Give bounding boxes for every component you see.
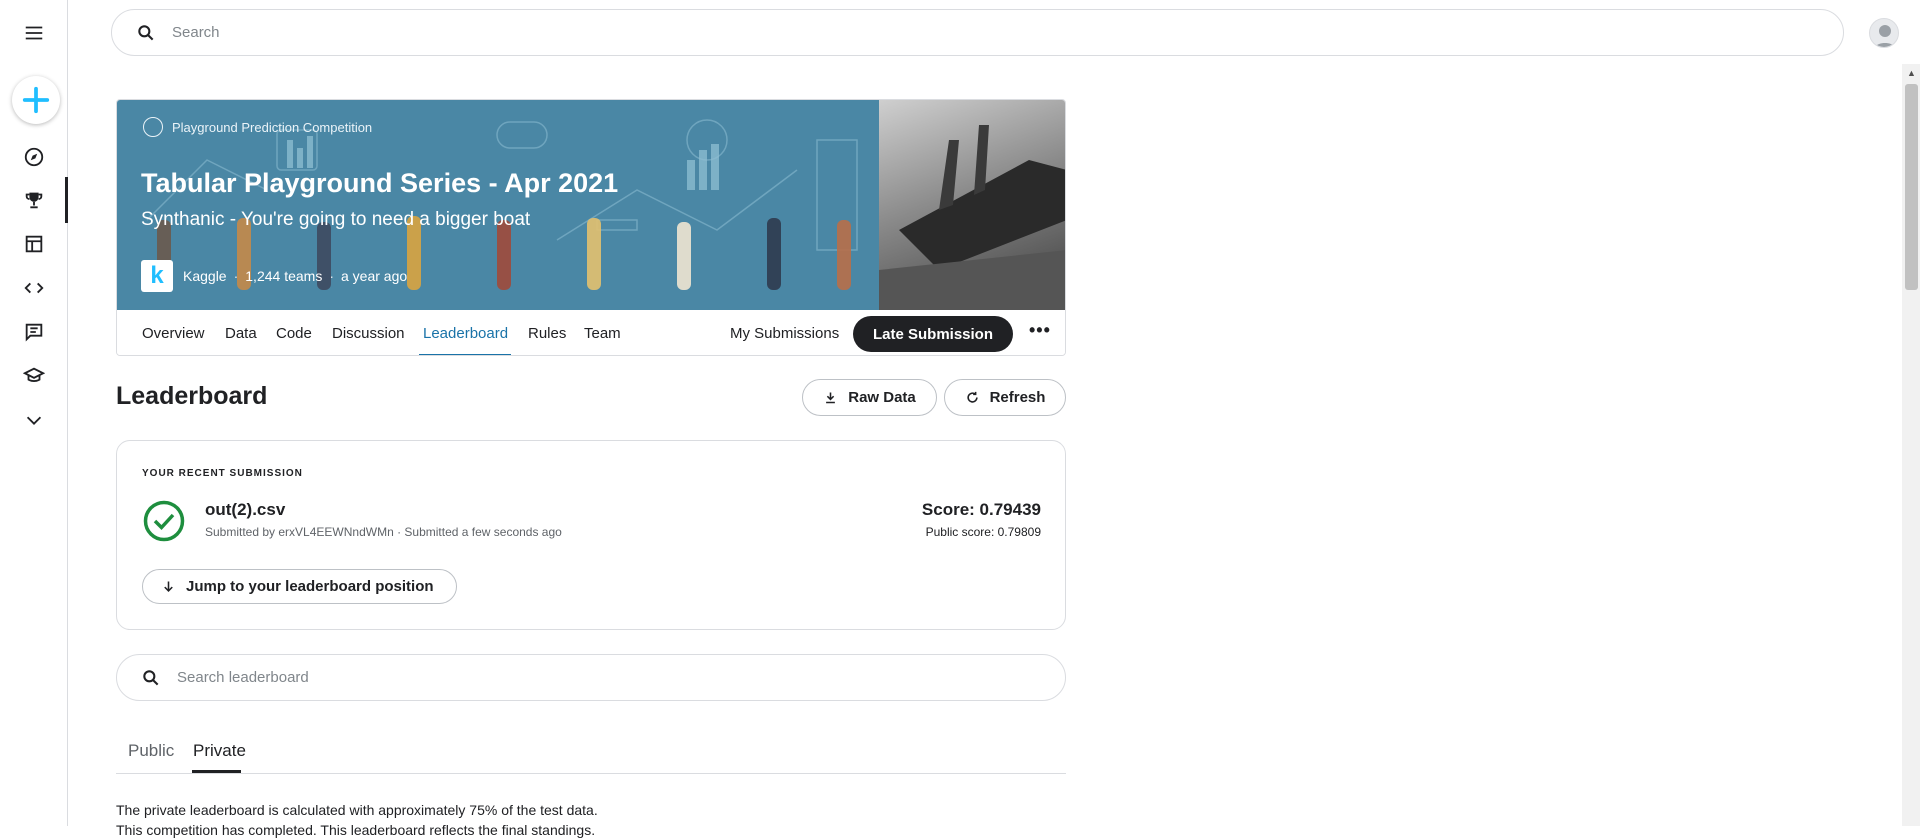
scrollbar-thumb[interactable] xyxy=(1905,84,1918,290)
submission-filename: out(2).csv xyxy=(205,500,286,519)
recent-submission-label: YOUR RECENT SUBMISSION xyxy=(142,468,303,479)
search-icon xyxy=(138,24,154,40)
search-input[interactable] xyxy=(172,24,1772,41)
nav-code-icon[interactable] xyxy=(0,266,68,310)
submission-meta: Submitted by erxVL4EEWNndWMn · Submitted… xyxy=(205,525,562,539)
tab-discussion[interactable]: Discussion xyxy=(332,325,405,342)
nav-learn-icon[interactable] xyxy=(0,354,68,398)
competition-tabs: Overview Data Code Discussion Leaderboar… xyxy=(117,310,1065,355)
meta-separator: · xyxy=(329,268,334,284)
tab-rules[interactable]: Rules xyxy=(528,325,566,342)
jump-to-position-button[interactable]: Jump to your leaderboard position xyxy=(142,569,457,604)
competition-header-card: Playground Prediction Competition Tabula… xyxy=(116,99,1066,356)
competition-age: a year ago xyxy=(341,268,408,284)
tab-private[interactable]: Private xyxy=(193,741,246,761)
tab-code[interactable]: Code xyxy=(276,325,312,342)
leaderboard-search-bar[interactable] xyxy=(116,654,1066,701)
raw-data-label: Raw Data xyxy=(848,389,916,406)
recent-submission-card: YOUR RECENT SUBMISSION out(2).csv Submit… xyxy=(116,440,1066,630)
left-nav-rail xyxy=(0,0,68,826)
active-tab-indicator xyxy=(419,354,511,355)
plus-icon xyxy=(22,86,50,114)
kaggle-logo[interactable]: k xyxy=(141,260,173,292)
tab-public[interactable]: Public xyxy=(128,741,174,761)
download-icon xyxy=(826,392,836,404)
jump-label: Jump to your leaderboard position xyxy=(186,578,434,595)
tabs-divider xyxy=(116,773,1066,774)
my-submissions-link[interactable]: My Submissions xyxy=(730,325,839,342)
nav-datasets-table-icon[interactable] xyxy=(0,222,68,266)
tab-team[interactable]: Team xyxy=(584,325,621,342)
page-title: Leaderboard xyxy=(116,382,268,410)
team-count: 1,244 teams xyxy=(245,268,323,284)
competition-meta: k Kaggle · 1,244 teams · a year ago xyxy=(141,260,407,292)
competition-type-label: Playground Prediction Competition xyxy=(172,119,373,135)
tab-overview[interactable]: Overview xyxy=(142,325,205,342)
menu-icon[interactable] xyxy=(0,11,68,55)
refresh-icon xyxy=(966,391,978,403)
competition-title: Tabular Playground Series - Apr 2021 xyxy=(141,168,619,198)
playground-icon xyxy=(143,117,163,137)
tab-data[interactable]: Data xyxy=(225,325,257,342)
competition-subtitle: Synthanic - You're going to need a bigge… xyxy=(141,209,531,230)
active-nav-indicator xyxy=(65,177,68,223)
competition-completed-note: This competition has completed. This lea… xyxy=(116,822,596,838)
success-check-icon xyxy=(143,500,185,542)
search-icon xyxy=(143,669,159,685)
org-name[interactable]: Kaggle xyxy=(183,268,227,284)
tab-leaderboard[interactable]: Leaderboard xyxy=(423,325,508,342)
titanic-photo xyxy=(879,100,1065,310)
nav-discussions-icon[interactable] xyxy=(0,310,68,354)
competition-banner: Playground Prediction Competition Tabula… xyxy=(117,100,879,310)
create-button[interactable] xyxy=(12,76,60,124)
leaderboard-search-input[interactable] xyxy=(177,669,1037,686)
nav-competitions-trophy-icon[interactable] xyxy=(0,178,68,222)
arrow-down-icon xyxy=(164,581,173,592)
late-submission-button[interactable]: Late Submission xyxy=(853,316,1013,352)
chevron-down-icon[interactable] xyxy=(0,398,68,442)
raw-data-button[interactable]: Raw Data xyxy=(802,379,937,416)
scroll-up-arrow-icon[interactable]: ▲ xyxy=(1905,66,1918,80)
more-options-button[interactable]: ••• xyxy=(1029,320,1051,341)
nav-explore-icon[interactable] xyxy=(0,135,68,179)
meta-separator: · xyxy=(233,268,239,284)
refresh-label: Refresh xyxy=(989,389,1046,406)
global-search-bar[interactable] xyxy=(111,9,1844,56)
competition-type: Playground Prediction Competition xyxy=(143,117,372,137)
submission-score: Score: 0.79439 xyxy=(921,500,1041,519)
public-score: Public score: 0.79809 xyxy=(925,525,1041,539)
avatar[interactable] xyxy=(1869,18,1899,48)
private-leaderboard-note: The private leaderboard is calculated wi… xyxy=(116,802,598,818)
refresh-button[interactable]: Refresh xyxy=(944,379,1066,416)
